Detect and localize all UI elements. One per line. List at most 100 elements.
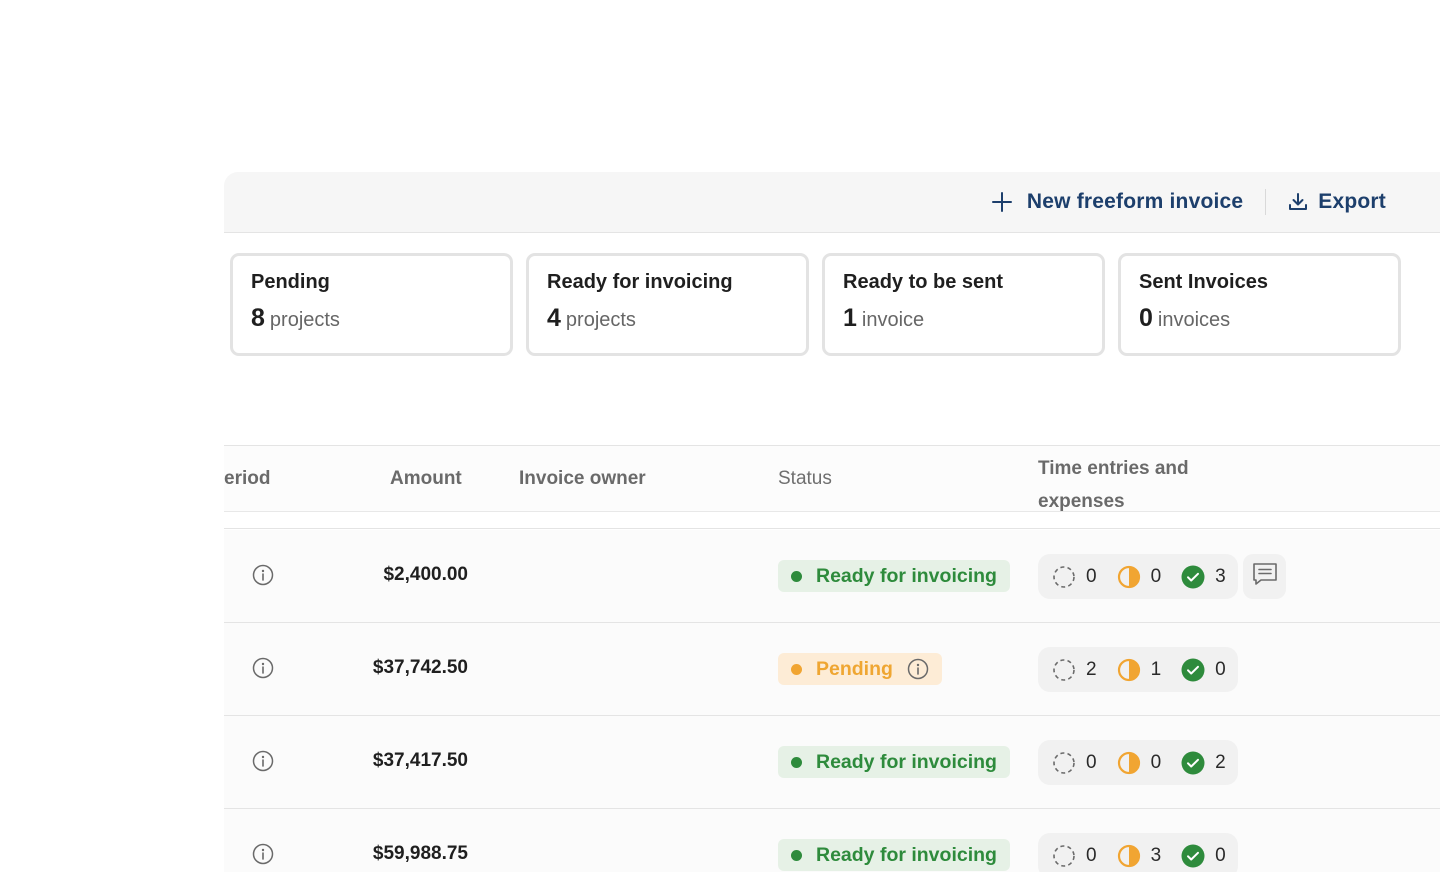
in-progress-count: 0 (1117, 565, 1162, 589)
count-value: 3 (1150, 844, 1162, 866)
card-ready-to-be-sent[interactable]: Ready to be sent 1 invoice (822, 253, 1105, 356)
count-value: 0 (1215, 658, 1226, 680)
dashed-circle-icon (1052, 844, 1076, 868)
in-progress-count: 0 (1117, 751, 1162, 775)
column-header-invoice-owner[interactable]: Invoice owner (519, 468, 646, 490)
comment-button[interactable] (1243, 554, 1286, 599)
not-started-count: 0 (1052, 565, 1097, 589)
dashed-circle-icon (1052, 565, 1076, 589)
card-sent-invoices[interactable]: Sent Invoices 0 invoices (1118, 253, 1401, 356)
card-count: 8 (251, 304, 265, 332)
export-label: Export (1318, 190, 1386, 213)
table-row[interactable]: $37,742.50 Pending 2 1 0 (224, 623, 1440, 716)
status-label: Pending (816, 657, 893, 680)
column-header-status[interactable]: Status (778, 468, 832, 490)
count-value: 0 (1086, 565, 1097, 587)
table-header: eriod Amount Invoice owner Status Time e… (224, 445, 1440, 512)
info-circle-icon[interactable] (252, 657, 274, 684)
status-badge: Ready for invoicing (778, 746, 1010, 778)
card-unit: invoices (1157, 309, 1231, 331)
table-row[interactable]: $59,988.75 Ready for invoicing 0 3 0 (224, 809, 1440, 872)
approved-count: 3 (1181, 565, 1226, 589)
status-badge: Pending (778, 653, 942, 685)
comment-icon (1252, 562, 1278, 591)
check-circle-icon (1181, 844, 1205, 868)
card-title: Sent Invoices (1139, 271, 1268, 293)
check-circle-icon (1181, 565, 1205, 589)
in-progress-count: 1 (1117, 658, 1162, 682)
half-circle-icon (1117, 751, 1141, 775)
invoices-panel: New freeform invoice Export Pending 8 pro… (224, 172, 1440, 872)
plus-icon (991, 191, 1013, 213)
time-entries-summary[interactable]: 0 0 2 (1038, 740, 1238, 785)
toolbar: New freeform invoice Export (224, 172, 1440, 233)
in-progress-count: 3 (1117, 844, 1162, 868)
not-started-count: 2 (1052, 658, 1097, 682)
row-amount: $37,742.50 (372, 657, 468, 678)
info-circle-icon[interactable] (252, 843, 274, 870)
not-started-count: 0 (1052, 751, 1097, 775)
status-label: Ready for invoicing (816, 564, 997, 587)
column-header-amount[interactable]: Amount (390, 468, 462, 490)
export-button[interactable]: Export (1288, 190, 1386, 214)
info-circle-icon[interactable] (907, 658, 929, 680)
row-amount: $37,417.50 (372, 750, 468, 771)
count-value: 2 (1086, 658, 1097, 680)
toolbar-divider (1265, 189, 1267, 215)
status-badge: Ready for invoicing (778, 839, 1010, 871)
card-pending[interactable]: Pending 8 projects (230, 253, 513, 356)
card-unit: invoice (861, 309, 925, 331)
time-entries-summary[interactable]: 0 0 3 (1038, 554, 1238, 599)
half-circle-icon (1117, 565, 1141, 589)
card-count: 0 (1139, 304, 1153, 332)
count-value: 0 (1086, 844, 1097, 866)
status-label: Ready for invoicing (816, 750, 997, 773)
summary-cards: Pending 8 projects Ready for invoicing 4p… (230, 253, 1401, 356)
half-circle-icon (1117, 844, 1141, 868)
time-entries-summary[interactable]: 0 3 0 (1038, 833, 1238, 872)
download-icon (1288, 192, 1308, 212)
card-title: Pending (251, 271, 330, 293)
card-title: Ready to be sent (843, 271, 1004, 293)
header-line: Time entries and (1038, 458, 1189, 479)
check-circle-icon (1181, 751, 1205, 775)
half-circle-icon (1117, 658, 1141, 682)
card-count: 1 (843, 304, 857, 332)
status-badge: Ready for invoicing (778, 560, 1010, 592)
approved-count: 0 (1181, 844, 1226, 868)
count-value: 0 (1150, 565, 1162, 587)
status-dot (791, 849, 802, 861)
column-header-time-entries[interactable]: Time entries and expenses (1038, 452, 1189, 518)
new-freeform-invoice-label: New freeform invoice (1026, 190, 1244, 213)
count-value: 2 (1215, 751, 1226, 773)
table-row[interactable]: $2,400.00 Ready for invoicing 0 0 3 (224, 530, 1440, 623)
new-freeform-invoice-button[interactable]: New freeform invoice (991, 190, 1243, 214)
card-title: Ready for invoicing (547, 271, 733, 293)
approved-count: 0 (1181, 658, 1226, 682)
status-dot (791, 756, 802, 768)
card-count: 4 (547, 304, 561, 332)
count-value: 0 (1150, 751, 1162, 773)
dashed-circle-icon (1052, 658, 1076, 682)
not-started-count: 0 (1052, 844, 1097, 868)
count-value: 1 (1150, 658, 1162, 680)
row-amount: $59,988.75 (372, 843, 468, 864)
row-amount: $2,400.00 (383, 564, 468, 585)
count-value: 0 (1086, 751, 1097, 773)
count-value: 0 (1215, 844, 1226, 866)
time-entries-summary[interactable]: 2 1 0 (1038, 647, 1238, 692)
count-value: 3 (1215, 565, 1226, 587)
check-circle-icon (1181, 658, 1205, 682)
status-dot (791, 663, 802, 675)
card-unit: projects (565, 309, 636, 331)
card-unit: projects (269, 309, 340, 331)
info-circle-icon[interactable] (252, 564, 274, 591)
status-dot (791, 570, 802, 582)
column-header-period[interactable]: eriod (224, 468, 270, 490)
info-circle-icon[interactable] (252, 750, 274, 777)
approved-count: 2 (1181, 751, 1226, 775)
dashed-circle-icon (1052, 751, 1076, 775)
table-row[interactable]: $37,417.50 Ready for invoicing 0 0 2 (224, 716, 1440, 809)
status-label: Ready for invoicing (816, 843, 997, 866)
card-ready-for-invoicing[interactable]: Ready for invoicing 4 projects (526, 253, 809, 356)
